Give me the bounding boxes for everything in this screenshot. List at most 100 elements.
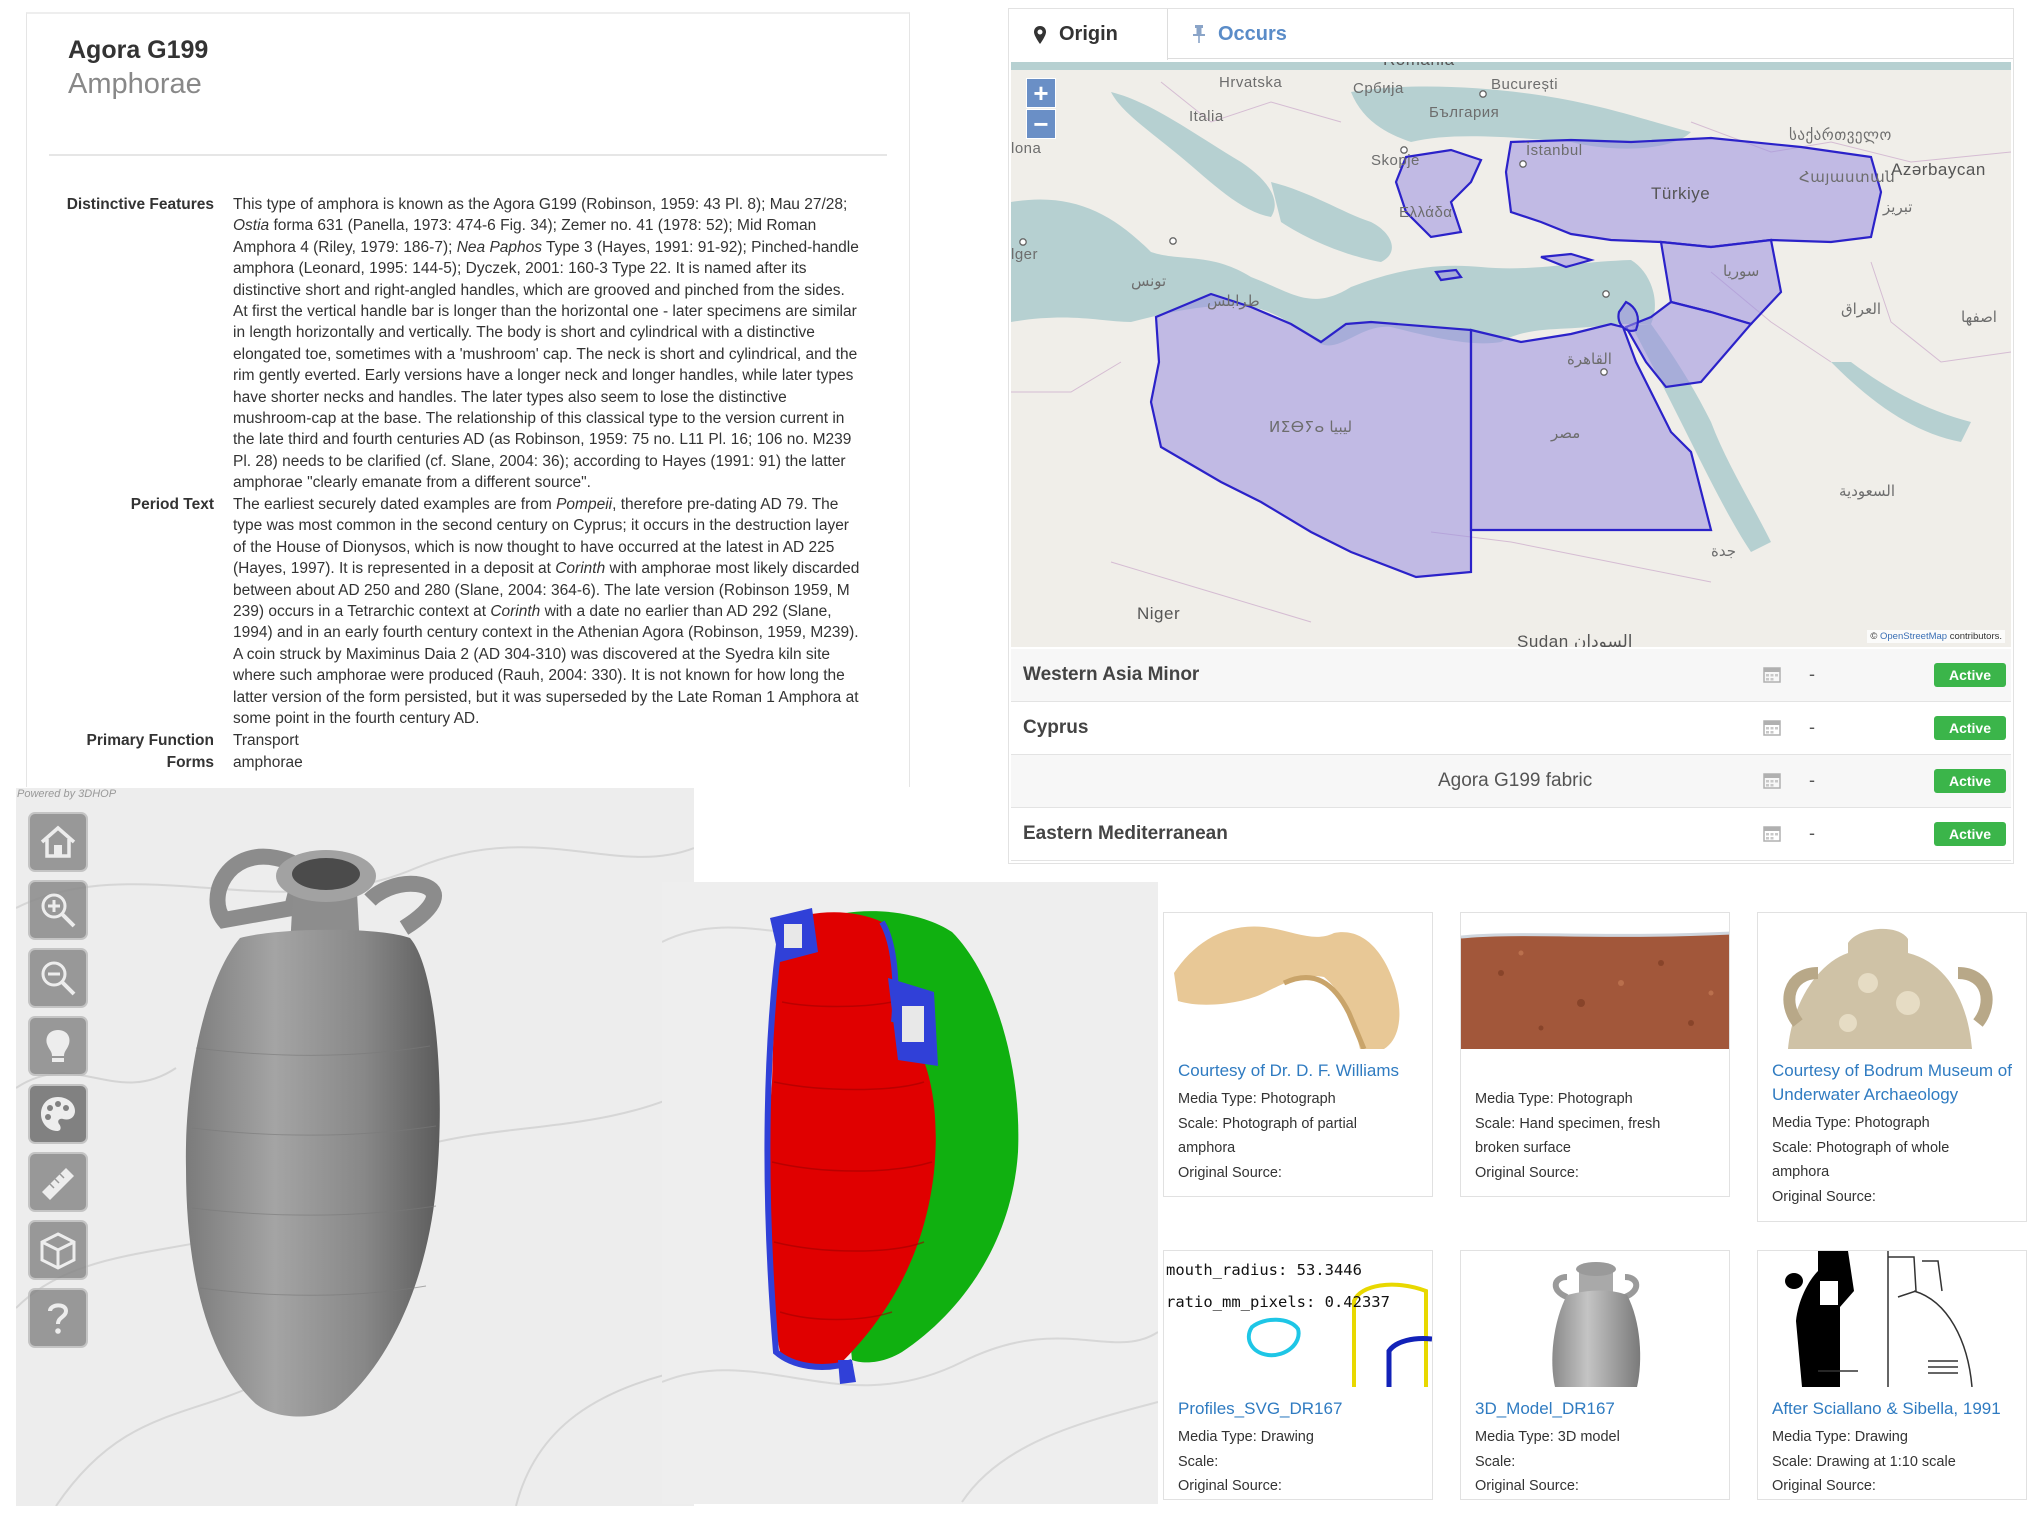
text-line: Scale: [1475, 1453, 1516, 1470]
map-label: Türkiye [1651, 184, 1711, 203]
tab-occurs[interactable]: Occurs [1168, 9, 1311, 59]
map-canvas[interactable] [1011, 62, 2011, 647]
origin-row[interactable]: Western Asia Minor - Active [1011, 649, 2011, 702]
text-line: between about AD 250 and 280 (Slane, 200… [233, 581, 850, 599]
origin-date: - [1809, 770, 1815, 790]
map-view[interactable]: + − Romania Hrvatska Србија București It… [1011, 62, 2011, 647]
text-line: have shorter necks and handles. The late… [233, 388, 787, 406]
palette-icon [41, 1097, 75, 1131]
map-label: Azərbaycan [1891, 160, 1986, 179]
ruler-icon [42, 1168, 74, 1200]
light-icon [46, 1030, 70, 1062]
origin-map-panel: Origin Occurs + − Hrvatska Србија Bucure… [1008, 8, 2014, 864]
home-icon [40, 825, 76, 858]
media-card[interactable]: 3D_Model_DR167 Media Type: 3D model Scale… [1460, 1250, 1730, 1500]
text-line: Scale: Hand specimen, fresh [1475, 1115, 1661, 1132]
status-badge: Active [1934, 769, 2006, 793]
section-viewport[interactable] [662, 882, 1158, 1504]
light-button[interactable] [28, 1016, 88, 1076]
text-line: Media Type: Drawing [1772, 1429, 1908, 1445]
text-line: some point in the fourth century AD. [233, 710, 480, 728]
map-label: السعودية [1839, 483, 1896, 500]
text-line: Media Type: Photograph [1772, 1115, 1930, 1131]
media-thumbnail[interactable]: mouth_radius: 53.3446 ratio_mm_pixels: 0… [1164, 1251, 1432, 1387]
text-line: amphora [1772, 1164, 1830, 1180]
section-button[interactable] [28, 1220, 88, 1280]
text-line: A coin struck by Maximinus Daia 2 (AD 30… [233, 645, 831, 663]
text-line: amphora [1178, 1140, 1236, 1156]
section-view-panel[interactable] [662, 882, 1158, 1504]
map-label: București [1491, 76, 1559, 93]
help-button[interactable] [28, 1288, 88, 1348]
media-title-link[interactable]: After Sciallano & Sibella, 1991 [1772, 1397, 2022, 1421]
media-thumbnail[interactable] [1461, 1251, 1729, 1387]
text-line: Original Source: [1475, 1478, 1579, 1494]
zoom-out-tool-button[interactable] [28, 948, 88, 1008]
text-line: Media Type: 3D model [1475, 1429, 1620, 1445]
text-line: Scale: [1178, 1453, 1219, 1470]
text-line: Media Type: Photograph [1475, 1091, 1633, 1107]
origin-row[interactable]: Eastern Mediterranean - Active [1011, 808, 2011, 861]
origin-date: - [1809, 664, 1815, 684]
measure-button[interactable] [28, 1152, 88, 1212]
text-line: of the House of Dionysos, which is now t… [233, 538, 835, 556]
3d-viewport[interactable] [16, 788, 694, 1506]
zoom-out-button[interactable]: − [1026, 109, 1056, 139]
text-line: Scale: Drawing at 1:10 scale [1772, 1453, 1956, 1470]
media-title-link[interactable]: Courtesy of Bodrum Museum of Underwater … [1772, 1059, 2022, 1107]
palette-button[interactable] [28, 1084, 88, 1144]
media-title-link[interactable]: Profiles_SVG_DR167 [1178, 1397, 1428, 1421]
origin-row[interactable]: Cyprus - Active [1011, 702, 2011, 755]
calendar-icon [1763, 667, 1781, 683]
map-attribution: © OpenStreetMap contributors. [1867, 630, 2005, 643]
map-label: طرابلس [1207, 293, 1260, 310]
map-label: Հայաստան [1799, 169, 1896, 186]
media-thumbnail[interactable] [1758, 1251, 2026, 1387]
media-card[interactable]: Courtesy of Bodrum Museum of Underwater … [1757, 912, 2027, 1222]
fabric-specimen-photo [1461, 913, 1729, 1049]
media-card[interactable]: Courtesy of Dr. D. F. Williams Media Typ… [1163, 912, 1433, 1197]
map-label: تونس [1131, 273, 1167, 290]
media-title-link[interactable]: 3D_Model_DR167 [1475, 1397, 1725, 1421]
help-icon [48, 1303, 69, 1334]
map-label: Србија [1353, 80, 1404, 97]
amphora-fragment-photo [1164, 913, 1432, 1049]
map-label: Skopje [1371, 152, 1420, 169]
tab-origin[interactable]: Origin [1009, 9, 1168, 60]
tab-label: Occurs [1218, 22, 1287, 45]
text-line: where such amphorae were produced (Rauh,… [233, 667, 845, 685]
media-thumbnail[interactable] [1758, 913, 2026, 1049]
home-button[interactable] [28, 812, 88, 872]
field-value: Transport [233, 730, 883, 751]
field-label: Distinctive Features [66, 196, 214, 213]
3d-viewer-panel[interactable]: Powered by 3DHOP [16, 788, 694, 1506]
text-line: amphorae "clearly emanate from a differe… [233, 474, 591, 492]
origin-name: Western Asia Minor [1023, 664, 1200, 685]
map-label: سوريا [1723, 263, 1760, 280]
media-card[interactable]: After Sciallano & Sibella, 1991 Media Ty… [1757, 1250, 2027, 1500]
attribution-prefix: © [1870, 631, 1880, 642]
status-badge: Active [1934, 822, 2006, 846]
map-marker-icon [1034, 25, 1046, 44]
origin-row[interactable]: Agora G199 fabric - Active [1011, 755, 2011, 808]
text-line: elongated toe, sometimes with a 'mushroo… [233, 345, 858, 363]
media-title-link[interactable]: Courtesy of Dr. D. F. Williams [1178, 1059, 1428, 1083]
3d-model-thumbnail [1461, 1251, 1729, 1387]
media-card[interactable]: Media Type: Photograph Scale: Hand specim… [1460, 912, 1730, 1197]
media-thumbnail[interactable] [1461, 913, 1729, 1049]
text-line: mushroom-cap at the base. The relationsh… [233, 410, 845, 428]
media-thumbnail[interactable] [1164, 913, 1432, 1049]
map-label: България [1429, 104, 1500, 121]
map-label: საქართველო [1789, 127, 1892, 144]
zoom-in-tool-button[interactable] [28, 880, 88, 940]
origin-name: Agora G199 fabric [1438, 770, 1593, 791]
zoom-in-button[interactable]: + [1026, 78, 1056, 108]
attribution-suffix: contributors. [1947, 631, 2002, 642]
text-line: Original Source: [1772, 1188, 1876, 1205]
media-meta: Media Type: 3D model Scale: Original Sourc… [1475, 1425, 1725, 1499]
openstreetmap-link[interactable]: OpenStreetMap [1880, 631, 1947, 642]
text-line: The earliest securely dated examples are… [233, 496, 839, 513]
media-card[interactable]: mouth_radius: 53.3446 ratio_mm_pixels: 0… [1163, 1250, 1433, 1500]
text-line: broken surface [1475, 1140, 1571, 1156]
text-line: This type of amphora is known as the Ago… [233, 196, 848, 213]
